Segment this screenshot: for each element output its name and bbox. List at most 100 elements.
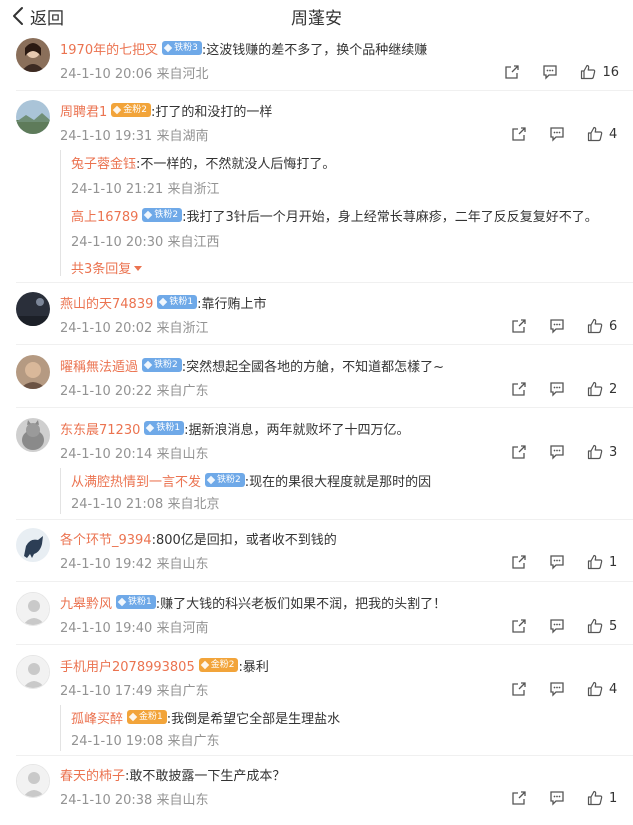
reply-item: 孤峰买醉 金粉1:我倒是希望它全部是生理盐水 24-1-10 19:08 来自广东 [71, 707, 601, 751]
avatar[interactable] [16, 38, 50, 72]
share-icon[interactable] [511, 681, 527, 697]
username[interactable]: 高上16789 [71, 206, 138, 225]
thumbs-up-icon [587, 126, 603, 142]
username[interactable]: 兔子蓉金钰 [71, 153, 136, 172]
like-button[interactable]: 2 [587, 381, 619, 397]
divider [16, 344, 633, 345]
reply-item: 高上16789 铁粉2:我打了3针后一个月开始，身上经常长荨麻疹，二年了反反复复好… [71, 205, 601, 255]
like-count: 16 [602, 64, 619, 80]
divider [16, 407, 633, 408]
comment-text: :突然想起全國各地的方艙，不知道都怎樣了~ [181, 359, 445, 375]
comment-text: :暴利 [238, 659, 269, 675]
avatar[interactable] [16, 764, 50, 798]
caret-down-icon [134, 265, 143, 271]
comment-icon[interactable] [549, 554, 565, 570]
diamond-icon [163, 43, 173, 53]
crown-icon [200, 660, 209, 670]
like-button[interactable]: 1 [587, 790, 619, 806]
share-icon[interactable] [511, 126, 527, 142]
like-button[interactable]: 5 [587, 618, 619, 634]
share-icon[interactable] [511, 381, 527, 397]
like-button[interactable]: 1 [587, 554, 619, 570]
reply-meta: 24-1-10 19:08 来自广东 [71, 734, 220, 749]
thumbs-up-icon [587, 381, 603, 397]
share-icon[interactable] [511, 554, 527, 570]
username[interactable]: 九皋黔风 [60, 593, 112, 612]
fan-badge: 铁粉1 [157, 295, 198, 309]
crown-icon [128, 712, 138, 722]
share-icon[interactable] [511, 790, 527, 806]
fan-badge: 铁粉3 [162, 41, 202, 55]
like-count: 4 [609, 126, 618, 142]
reply-list: 兔子蓉金钰:不一样的，不然就没人后悔打了。 24-1-10 21:21 来自浙江… [60, 150, 601, 277]
like-button[interactable]: 4 [587, 681, 619, 697]
avatar[interactable] [16, 528, 50, 562]
comment-meta: 24-1-10 19:40 来自河南 [60, 621, 209, 636]
username[interactable]: 曜稱無法遁過 [60, 356, 138, 375]
comment-item: 九皋黔风 铁粉1 :赚了大钱的科兴老板们如果不润，把我的头割了！ 24-1-10… [0, 592, 633, 642]
share-icon[interactable] [511, 618, 527, 634]
comment-meta: 24-1-10 19:42 来自山东 [60, 557, 209, 572]
like-button[interactable]: 16 [580, 64, 619, 80]
diamond-icon [146, 423, 155, 433]
comment-meta: 24-1-10 20:22 来自广东 [60, 384, 209, 399]
fan-badge: 铁粉2 [142, 358, 182, 372]
comment-item: 曜稱無法遁過 铁粉2 :突然想起全國各地的方艙，不知道都怎樣了~ 24-1-10… [0, 355, 633, 405]
like-button[interactable]: 3 [587, 444, 619, 460]
comment-meta: 24-1-10 17:49 来自广东 [60, 684, 209, 699]
fan-badge: 铁粉1 [116, 595, 156, 609]
like-count: 3 [609, 444, 618, 460]
comment-icon[interactable] [549, 618, 565, 634]
avatar[interactable] [16, 292, 50, 326]
like-count: 4 [609, 681, 618, 697]
diamond-icon [144, 210, 153, 220]
comment-icon[interactable] [549, 444, 565, 460]
divider [16, 282, 633, 283]
username[interactable]: 孤峰买醉 [71, 708, 123, 727]
username[interactable]: 各个环节_9394 [60, 529, 152, 548]
username[interactable]: 1970年的七把叉 [60, 39, 158, 58]
gold-badge: 金粉2 [111, 103, 152, 117]
username[interactable]: 东东晨71230 [60, 419, 140, 438]
divider [16, 519, 633, 520]
like-count: 1 [609, 554, 618, 570]
comment-item: 东东晨71230 铁粉1 :据新浪消息，两年就败坏了十四万亿。 24-1-10 … [0, 418, 633, 518]
comment-item: 春天的柿子 :敢不敢披露一下生产成本？ 24-1-10 20:38 来自山东 1 [0, 764, 633, 814]
comment-meta: 24-1-10 20:06 来自河北 [60, 67, 209, 82]
like-button[interactable]: 4 [587, 126, 619, 142]
username[interactable]: 手机用户2078993805 [60, 656, 195, 675]
share-icon[interactable] [511, 444, 527, 460]
thumbs-up-icon [580, 64, 596, 80]
reply-text: :我倒是希望它全部是生理盐水 [166, 711, 341, 727]
comment-icon[interactable] [549, 681, 565, 697]
avatar[interactable] [16, 655, 50, 689]
comment-meta: 24-1-10 20:38 来自山东 [60, 793, 209, 808]
more-replies-link[interactable]: 共3条回复 [71, 258, 143, 277]
avatar[interactable] [16, 100, 50, 134]
comment-icon[interactable] [549, 126, 565, 142]
comment-icon[interactable] [549, 318, 565, 334]
avatar[interactable] [16, 418, 50, 452]
like-button[interactable]: 6 [587, 318, 619, 334]
reply-meta: 24-1-10 20:30 来自江西 [71, 235, 220, 250]
username[interactable]: 春天的柿子 [60, 765, 125, 784]
share-icon[interactable] [504, 64, 520, 80]
back-button[interactable]: 返回 [12, 4, 64, 29]
comment-meta: 24-1-10 19:31 来自湖南 [60, 129, 209, 144]
comment-item: 燕山的天74839 铁粉1 :靠行贿上市 24-1-10 20:02 来自浙江 … [0, 292, 633, 342]
comment-icon[interactable] [549, 381, 565, 397]
comment-meta: 24-1-10 20:02 来自浙江 [60, 321, 209, 336]
username[interactable]: 从满腔热情到一言不发 [71, 471, 201, 490]
comment-icon[interactable] [549, 790, 565, 806]
username[interactable]: 燕山的天74839 [60, 293, 153, 312]
share-icon[interactable] [511, 318, 527, 334]
top-bar: 返回 周蓬安 [0, 0, 633, 34]
username[interactable]: 周聘君1 [60, 101, 107, 120]
like-count: 5 [609, 618, 618, 634]
avatar[interactable] [16, 355, 50, 389]
reply-list: 孤峰买醉 金粉1:我倒是希望它全部是生理盐水 24-1-10 19:08 来自广东 [60, 705, 600, 751]
divider [16, 644, 633, 645]
comment-meta: 24-1-10 20:14 来自山东 [60, 447, 209, 462]
comment-icon[interactable] [542, 64, 558, 80]
avatar[interactable] [16, 592, 50, 626]
